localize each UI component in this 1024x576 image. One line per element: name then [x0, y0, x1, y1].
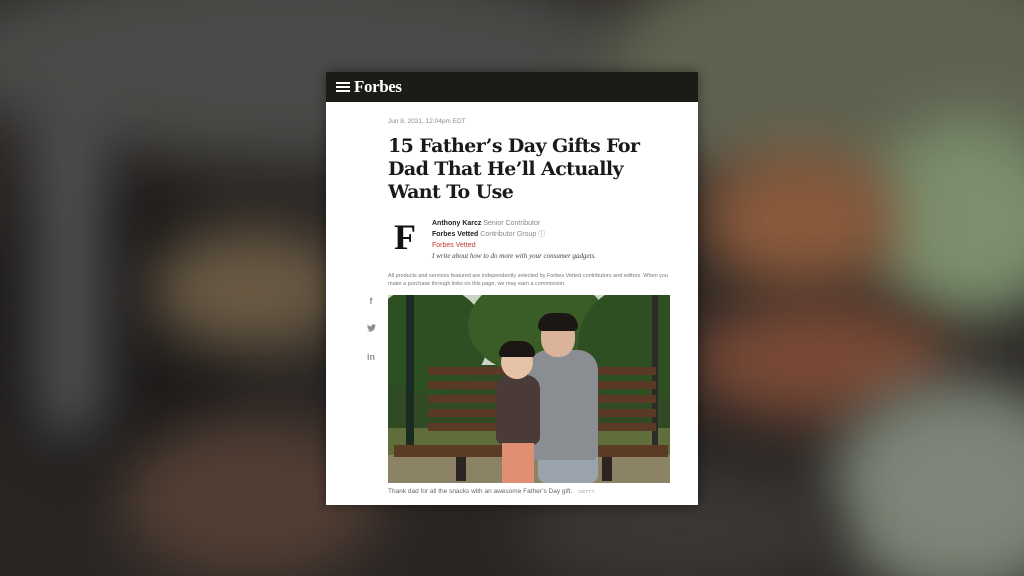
author-bio: I write about how to do more with your c… [432, 252, 597, 260]
image-credit: GETTY [578, 489, 595, 494]
article-headline: 15 Father’s Day Gifts For Dad That He’ll… [388, 135, 640, 203]
author-name[interactable]: Anthony Karcz [432, 220, 481, 227]
forbes-logo[interactable]: Forbes [354, 77, 402, 97]
hamburger-menu-icon[interactable] [336, 82, 350, 92]
author-block: F Anthony Karcz Senior Contributor Forbe… [388, 217, 670, 262]
caption-text: Thank dad for all the snacks with an awe… [388, 488, 573, 495]
article-card: Forbes f in Jun 8, 2021, 12:04pm EDT 15 … [326, 72, 698, 505]
image-caption: Thank dad for all the snacks with an awe… [388, 488, 670, 495]
linkedin-icon[interactable]: in [367, 352, 375, 362]
affiliate-disclosure: All products and services featured are i… [388, 272, 670, 297]
author-group-role[interactable]: Contributor Group ⓘ [480, 231, 545, 238]
author-group[interactable]: Forbes Vetted [432, 231, 478, 238]
hero-image [388, 295, 670, 483]
author-role: Senior Contributor [483, 220, 541, 227]
top-navigation-bar: Forbes [326, 72, 698, 102]
article-body: Jun 8, 2021, 12:04pm EDT 15 Father’s Day… [388, 118, 670, 297]
author-info: Anthony Karcz Senior Contributor Forbes … [432, 218, 596, 262]
author-tag[interactable]: Forbes Vetted [432, 240, 596, 251]
publish-date: Jun 8, 2021, 12:04pm EDT [388, 118, 466, 125]
social-share-bar: f in [366, 296, 376, 362]
twitter-icon[interactable] [366, 324, 376, 334]
forbes-f-avatar[interactable]: F [388, 217, 422, 257]
facebook-icon[interactable]: f [370, 296, 373, 306]
